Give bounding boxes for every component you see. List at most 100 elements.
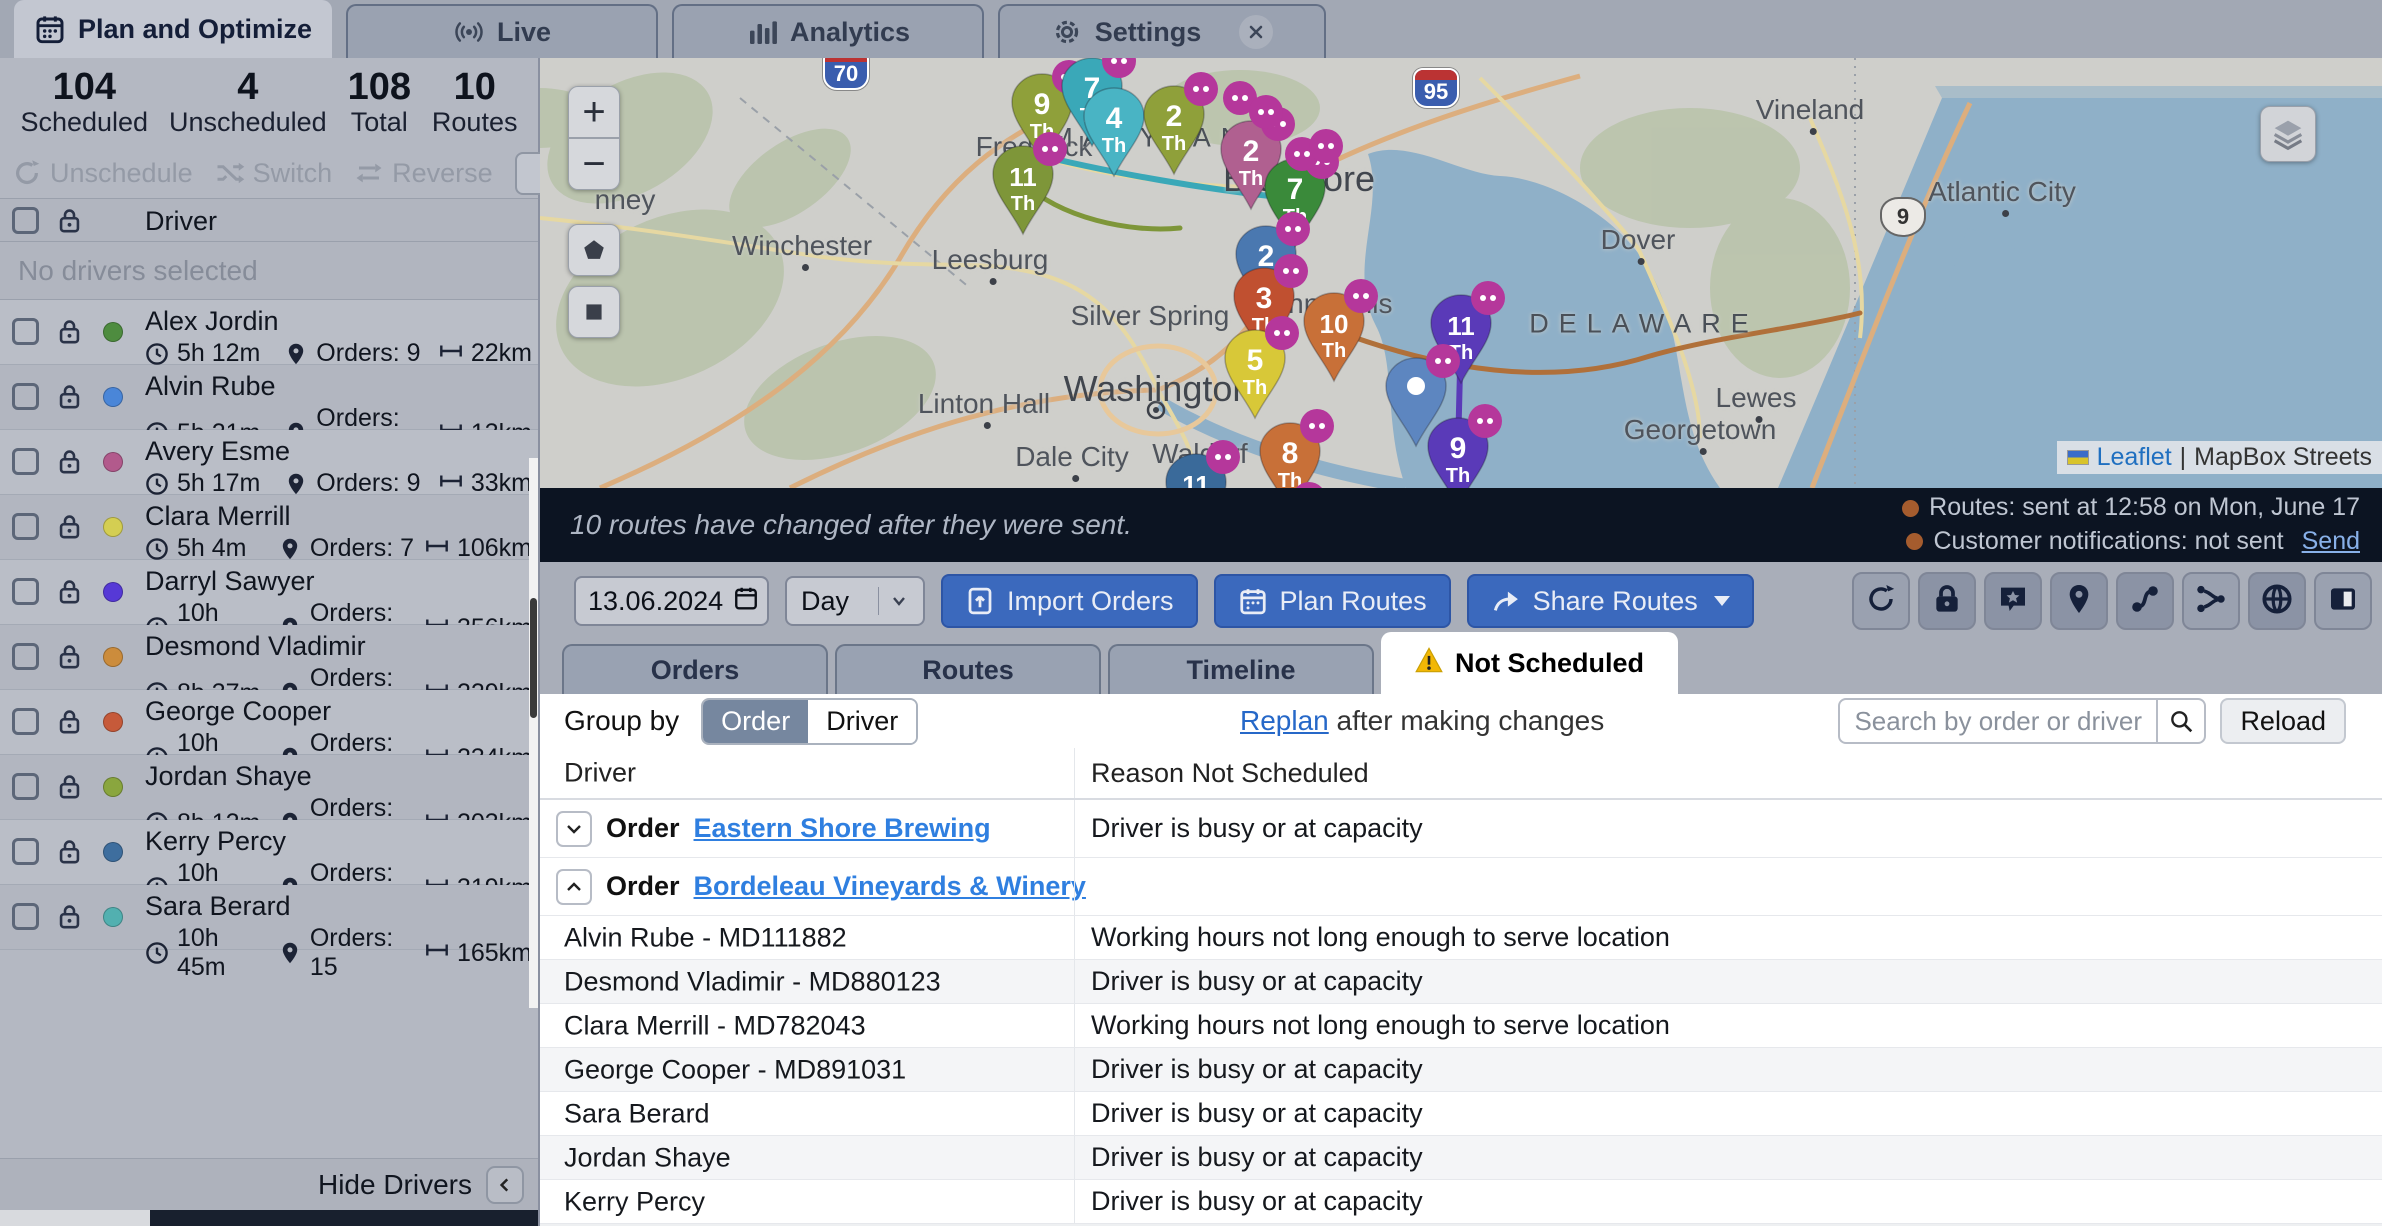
driver-checkbox[interactable] — [12, 708, 39, 735]
date-input[interactable]: 13.06.2024 — [574, 576, 769, 626]
switch-button[interactable]: Switch — [215, 158, 333, 189]
driver-row[interactable]: Sara Berard10h 45mOrders: 15165km — [0, 885, 538, 950]
warning-icon — [1415, 647, 1443, 680]
tab-routes[interactable]: Routes — [835, 644, 1101, 694]
driver-row[interactable]: Darryl Sawyer10h 15mOrders: 10356km — [0, 560, 538, 625]
map-pin-marker[interactable]: 8Th — [1258, 421, 1322, 488]
status-dot — [1906, 533, 1923, 550]
map-pin-marker[interactable]: 9Th — [1426, 416, 1490, 488]
route-shield: 70 — [823, 58, 869, 90]
driver-row[interactable]: Avery Esme5h 17mOrders: 933km — [0, 430, 538, 495]
lock-icon[interactable] — [56, 513, 83, 540]
refresh-button[interactable] — [1852, 572, 1910, 630]
tab-analytics[interactable]: Analytics — [672, 4, 984, 58]
driver-row[interactable]: Jordan Shaye8h 12mOrders: 10203km — [0, 755, 538, 820]
driver-name: Sara Berard — [145, 891, 532, 922]
select-all-checkbox[interactable] — [12, 207, 39, 234]
zoom-in-button[interactable]: + — [568, 86, 620, 138]
order-label: Order — [606, 871, 680, 902]
polygon-draw-icon[interactable] — [568, 224, 620, 276]
tab-timeline[interactable]: Timeline — [1108, 644, 1374, 694]
distance-icon — [439, 472, 463, 496]
group-by-order-option[interactable]: Order — [703, 700, 808, 743]
driver-orders: Orders: 15 — [310, 924, 417, 982]
replan-link[interactable]: Replan — [1240, 705, 1329, 736]
expand-icon[interactable] — [556, 811, 592, 847]
driver-row[interactable]: George Cooper10h 46mOrders: 13234km — [0, 690, 538, 755]
tab-plan-and-optimize[interactable]: Plan and Optimize — [14, 0, 332, 58]
map-pin-marker[interactable]: 2Th — [1142, 84, 1206, 176]
driver-checkbox[interactable] — [12, 643, 39, 670]
lock-icon[interactable] — [56, 903, 83, 930]
tab-orders[interactable]: Orders — [562, 644, 828, 694]
driver-checkbox[interactable] — [12, 578, 39, 605]
period-select[interactable]: Day — [785, 576, 925, 626]
close-icon[interactable] — [1239, 15, 1273, 49]
driver-cell: Kerry Percy — [564, 1186, 705, 1217]
map-pin-marker[interactable]: 11Th — [991, 144, 1055, 236]
lock-icon[interactable] — [56, 207, 83, 234]
plan-routes-button[interactable]: Plan Routes — [1214, 574, 1451, 628]
driver-checkbox[interactable] — [12, 838, 39, 865]
driver-meta: 10h 45mOrders: 15165km — [145, 924, 532, 982]
import-orders-button[interactable]: Import Orders — [941, 574, 1198, 628]
location-button[interactable] — [2050, 572, 2108, 630]
driver-row[interactable]: Alex Jordin5h 12mOrders: 922km — [0, 300, 538, 365]
driver-checkbox[interactable] — [12, 448, 39, 475]
tab-live[interactable]: Live — [346, 4, 658, 58]
collapse-panel-button[interactable] — [486, 1166, 524, 1204]
city-name: Leesburg — [932, 244, 1049, 275]
driver-color-dot — [103, 712, 123, 732]
map-pin-marker[interactable]: 11Th — [1164, 452, 1228, 488]
search-input[interactable] — [1838, 698, 2156, 744]
group-by-driver-option[interactable]: Driver — [808, 700, 916, 743]
map[interactable]: nneyWinchesterLeesburgSilver SpringWashi… — [540, 58, 2382, 488]
lock-icon[interactable] — [56, 708, 83, 735]
search-icon[interactable] — [2156, 698, 2206, 744]
driver-info: Sara Berard10h 45mOrders: 15165km — [145, 891, 532, 982]
lock-icon[interactable] — [56, 838, 83, 865]
driver-checkbox[interactable] — [12, 318, 39, 345]
rectangle-draw-icon[interactable] — [568, 286, 620, 338]
side-panel-button[interactable] — [2314, 572, 2372, 630]
map-pin-marker[interactable]: 4Th — [1082, 86, 1146, 178]
leaflet-link[interactable]: Leaflet — [2097, 443, 2172, 472]
lock-icon[interactable] — [56, 578, 83, 605]
order-link[interactable]: Bordeleau Vineyards & Winery — [694, 871, 1086, 902]
unschedule-button[interactable]: Unschedule — [12, 158, 193, 189]
collapse-icon[interactable] — [556, 869, 592, 905]
driver-row[interactable]: Alvin Rube5h 21mOrders: 1013km — [0, 365, 538, 430]
globe-button[interactable] — [2248, 572, 2306, 630]
driver-checkbox[interactable] — [12, 903, 39, 930]
reload-button[interactable]: Reload — [2220, 698, 2346, 744]
driver-row[interactable]: Clara Merrill5h 4mOrders: 7106km — [0, 495, 538, 560]
map-pin-marker[interactable]: 5Th — [1223, 328, 1287, 420]
not-scheduled-table: OrderEastern Shore BrewingDriver is busy… — [540, 800, 2382, 1224]
lock-icon[interactable] — [56, 643, 83, 670]
driver-checkbox[interactable] — [12, 773, 39, 800]
driver-list-scrollbar[interactable] — [529, 458, 538, 1008]
driver-checkbox[interactable] — [12, 513, 39, 540]
tab-not-scheduled[interactable]: Not Scheduled — [1381, 632, 1678, 694]
split-route-button[interactable] — [2182, 572, 2240, 630]
layers-icon[interactable] — [2260, 106, 2316, 162]
map-pin-marker[interactable]: 10Th — [1302, 291, 1366, 383]
driver-checkbox[interactable] — [12, 383, 39, 410]
driver-row[interactable]: Desmond Vladimir8h 37mOrders: 10229km — [0, 625, 538, 690]
lock-button[interactable] — [1918, 572, 1976, 630]
route-button[interactable] — [2116, 572, 2174, 630]
stat-label: Total — [348, 107, 411, 138]
share-routes-button[interactable]: Share Routes — [1467, 574, 1754, 628]
lock-icon[interactable] — [56, 448, 83, 475]
driver-row[interactable]: Kerry Percy10h 55mOrders: 11319km — [0, 820, 538, 885]
city-label: DELAWARE — [1529, 309, 1759, 340]
feedback-button[interactable] — [1984, 572, 2042, 630]
lock-icon[interactable] — [56, 773, 83, 800]
send-link[interactable]: Send — [2302, 525, 2360, 559]
lock-icon[interactable] — [56, 383, 83, 410]
lock-icon[interactable] — [56, 318, 83, 345]
order-link[interactable]: Eastern Shore Brewing — [694, 813, 991, 844]
zoom-out-button[interactable]: − — [568, 138, 620, 190]
reverse-button[interactable]: Reverse — [354, 158, 493, 189]
tab-settings[interactable]: Settings — [998, 4, 1326, 58]
